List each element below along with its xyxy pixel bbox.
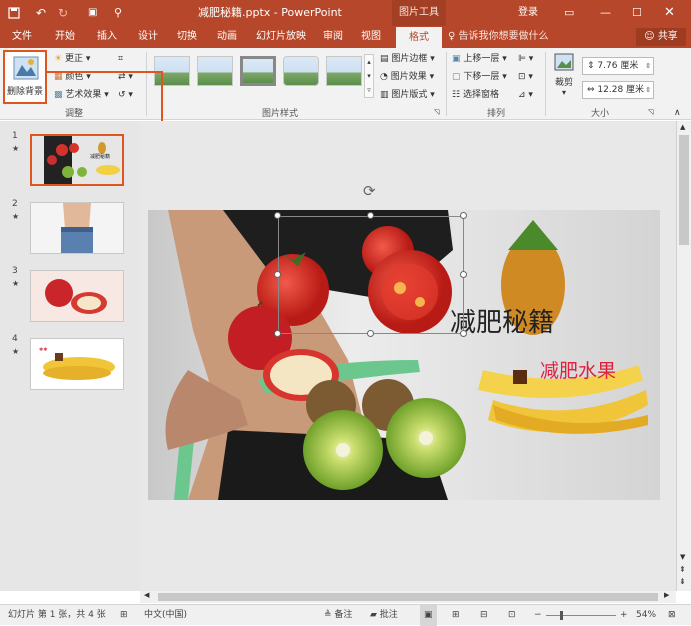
zoom-slider[interactable] (546, 611, 616, 620)
comments-button[interactable]: ▰ 批注 (370, 605, 398, 626)
scroll-down-icon[interactable]: ▼ (680, 553, 685, 561)
slide-count: 幻灯片 第 1 张，共 4 张 (8, 610, 106, 620)
scroll-right-icon[interactable]: ▶ (664, 591, 669, 599)
resize-handle[interactable] (367, 330, 374, 337)
scroll-left-icon[interactable]: ◀ (144, 591, 149, 599)
next-slide-icon[interactable]: ⇟ (679, 577, 686, 586)
slide-sorter-icon[interactable]: ⊞ (452, 605, 460, 626)
language-indicator[interactable]: 中文(中国) (144, 605, 187, 626)
star-icon: ★ (12, 212, 20, 221)
zoom-level[interactable]: 54% (636, 605, 656, 626)
horizontal-scrollbar[interactable]: ◀ ▶ (140, 591, 676, 603)
spellcheck-icon[interactable]: ⊞ (120, 605, 128, 626)
notes-button[interactable]: ≜ 备注 (324, 605, 352, 626)
svg-text:✱✱: ✱✱ (39, 347, 48, 353)
resize-handle[interactable] (274, 212, 281, 219)
notes-icon: ≜ (324, 610, 332, 620)
slide-thumbnail-1[interactable]: 减肥秘籍 (30, 134, 124, 186)
resize-handle[interactable] (460, 271, 467, 278)
reading-view-icon[interactable]: ⊟ (480, 605, 488, 626)
rotate-handle-icon[interactable]: ⟳ (363, 182, 376, 200)
hscroll-thumb[interactable] (158, 593, 658, 601)
status-bar: 幻灯片 第 1 张，共 4 张 ⊞ 中文(中国) ≜ 备注 ▰ 批注 ▣ ⊞ ⊟… (0, 604, 691, 626)
star-icon: ★ (12, 279, 20, 288)
comment-icon: ▰ (370, 610, 377, 620)
star-icon: ★ (12, 144, 20, 153)
normal-view-icon[interactable]: ▣ (420, 605, 437, 626)
previous-slide-icon[interactable]: ⇞ (679, 565, 686, 574)
slide-number: 3 (12, 266, 18, 276)
scroll-up-icon[interactable]: ▲ (680, 123, 685, 131)
resize-handle[interactable] (274, 271, 281, 278)
resize-handle[interactable] (367, 212, 374, 219)
zoom-in-icon[interactable]: + (620, 605, 628, 626)
zoom-slider-thumb[interactable] (560, 611, 563, 620)
resize-handle[interactable] (274, 330, 281, 337)
slide-thumbnail-3[interactable] (30, 270, 124, 322)
svg-text:减肥秘籍: 减肥秘籍 (90, 153, 110, 160)
fit-slide-icon[interactable]: ⊠ (668, 605, 676, 626)
scroll-thumb[interactable] (679, 135, 689, 245)
slide-number: 1 (12, 131, 18, 141)
selection-frame[interactable] (278, 216, 464, 334)
slide-thumbnail-4[interactable]: ✱✱ (30, 338, 124, 390)
slideshow-icon[interactable]: ⊡ (508, 605, 516, 626)
vertical-scrollbar[interactable]: ▲ ▼ ⇞ ⇟ (676, 121, 691, 591)
slide-subtitle-text[interactable]: 减肥水果 (540, 356, 616, 383)
slide-thumbnail-2[interactable] (30, 202, 124, 254)
zoom-out-icon[interactable]: − (534, 605, 542, 626)
resize-handle[interactable] (460, 212, 467, 219)
star-icon: ★ (12, 347, 20, 356)
resize-handle[interactable] (460, 330, 467, 337)
slide-number: 4 (12, 334, 18, 344)
slide-number: 2 (12, 199, 18, 209)
